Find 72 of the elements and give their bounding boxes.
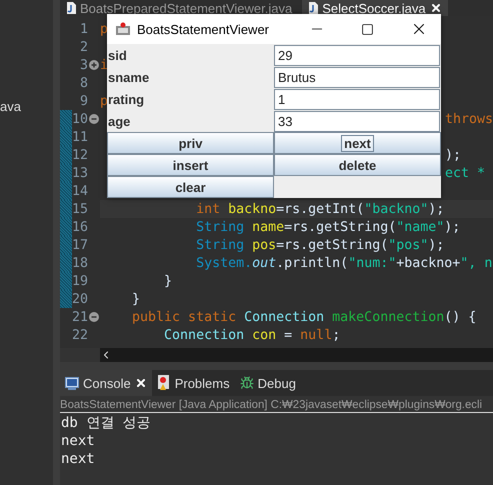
- code-line: System.out.println("num:"+backno+", n: [195, 256, 492, 270]
- console-output: db 연결 성공: [61, 414, 152, 432]
- tab-label: BoatsPreparedStatementViewer.java: [80, 0, 292, 16]
- line-number: 21: [72, 310, 88, 324]
- code-line: String name=rs.getString("name");: [195, 220, 460, 234]
- bug-icon: [240, 376, 254, 390]
- code-line: i: [100, 58, 108, 72]
- code-line: public static Connection makeConnection() {: [131, 310, 476, 324]
- code-fragment: ect *: [445, 166, 486, 180]
- collapse-icon[interactable]: [89, 312, 99, 322]
- collapse-icon[interactable]: [88, 114, 99, 124]
- line-number: 16: [72, 220, 88, 234]
- code-line: int backno=rs.getInt("backno");: [195, 202, 444, 216]
- line-number: 14: [72, 184, 88, 198]
- line-number: 9: [78, 94, 88, 108]
- code-line: p: [100, 94, 108, 108]
- field-label: rating: [107, 90, 146, 109]
- line-number: 15: [72, 202, 88, 216]
- console-output: next: [61, 432, 96, 450]
- monitor-icon: [65, 376, 79, 390]
- field-label: sid: [107, 46, 128, 64]
- editor-tab[interactable]: BoatsPreparedStatementViewer.java: [60, 0, 298, 16]
- line-number: 18: [72, 256, 88, 270]
- field-label: sname: [107, 68, 150, 86]
- action-button[interactable]: next: [274, 132, 441, 154]
- warning-sheet-icon: [156, 375, 171, 391]
- input-field[interactable]: 33: [274, 111, 440, 132]
- java-cup-icon: [115, 21, 131, 37]
- line-number: 10: [72, 112, 88, 126]
- code-line: String pos=rs.getString("pos");: [195, 238, 444, 252]
- code-line: p: [100, 22, 108, 36]
- close-icon[interactable]: [430, 2, 442, 14]
- input-field[interactable]: Brutus: [274, 67, 440, 88]
- code-fragment: throws: [444, 112, 493, 126]
- java-file-icon: [66, 2, 76, 14]
- horizontal-scrollbar[interactable]: [100, 348, 493, 362]
- line-number: 2: [78, 40, 88, 54]
- action-button[interactable]: delete: [274, 154, 441, 176]
- line-number: 19: [72, 274, 88, 288]
- line-number: 8: [78, 76, 88, 90]
- view-tab[interactable]: Problems: [152, 370, 235, 396]
- tab-label: SelectSoccer.java: [322, 0, 426, 16]
- view-tab[interactable]: Console: [60, 370, 152, 396]
- tab-label: Problems: [174, 376, 230, 390]
- line-number: 12: [72, 148, 88, 162]
- line-number: 13: [72, 166, 88, 180]
- input-field[interactable]: 1: [274, 89, 440, 110]
- action-button[interactable]: clear: [107, 176, 274, 198]
- line-number: 3: [78, 58, 88, 72]
- code-line: }: [131, 292, 140, 306]
- line-number: 11: [72, 130, 88, 144]
- tab-label: Debug: [258, 376, 296, 390]
- java-file-icon: [308, 2, 318, 14]
- file-item[interactable]: ava: [0, 99, 53, 114]
- close-icon[interactable]: [134, 377, 147, 389]
- line-number: 22: [72, 328, 88, 342]
- input-field[interactable]: 29: [274, 45, 440, 66]
- expand-icon[interactable]: [89, 60, 99, 70]
- code-line: Connection con = null;: [163, 328, 340, 342]
- line-number: 1: [78, 22, 88, 36]
- line-number: 20: [72, 292, 88, 306]
- view-tab[interactable]: Debug: [234, 370, 301, 396]
- field-label: age: [107, 112, 132, 131]
- action-button[interactable]: priv: [107, 132, 274, 154]
- code-fragment: );: [445, 148, 462, 162]
- tab-label: Console: [83, 376, 131, 390]
- line-number: 17: [72, 238, 88, 252]
- console-output: next: [61, 450, 96, 468]
- action-button[interactable]: insert: [107, 154, 274, 176]
- maximize-icon[interactable]: [361, 22, 374, 36]
- window-title: BoatsStatementViewer: [137, 22, 270, 36]
- code-line: }: [163, 274, 172, 288]
